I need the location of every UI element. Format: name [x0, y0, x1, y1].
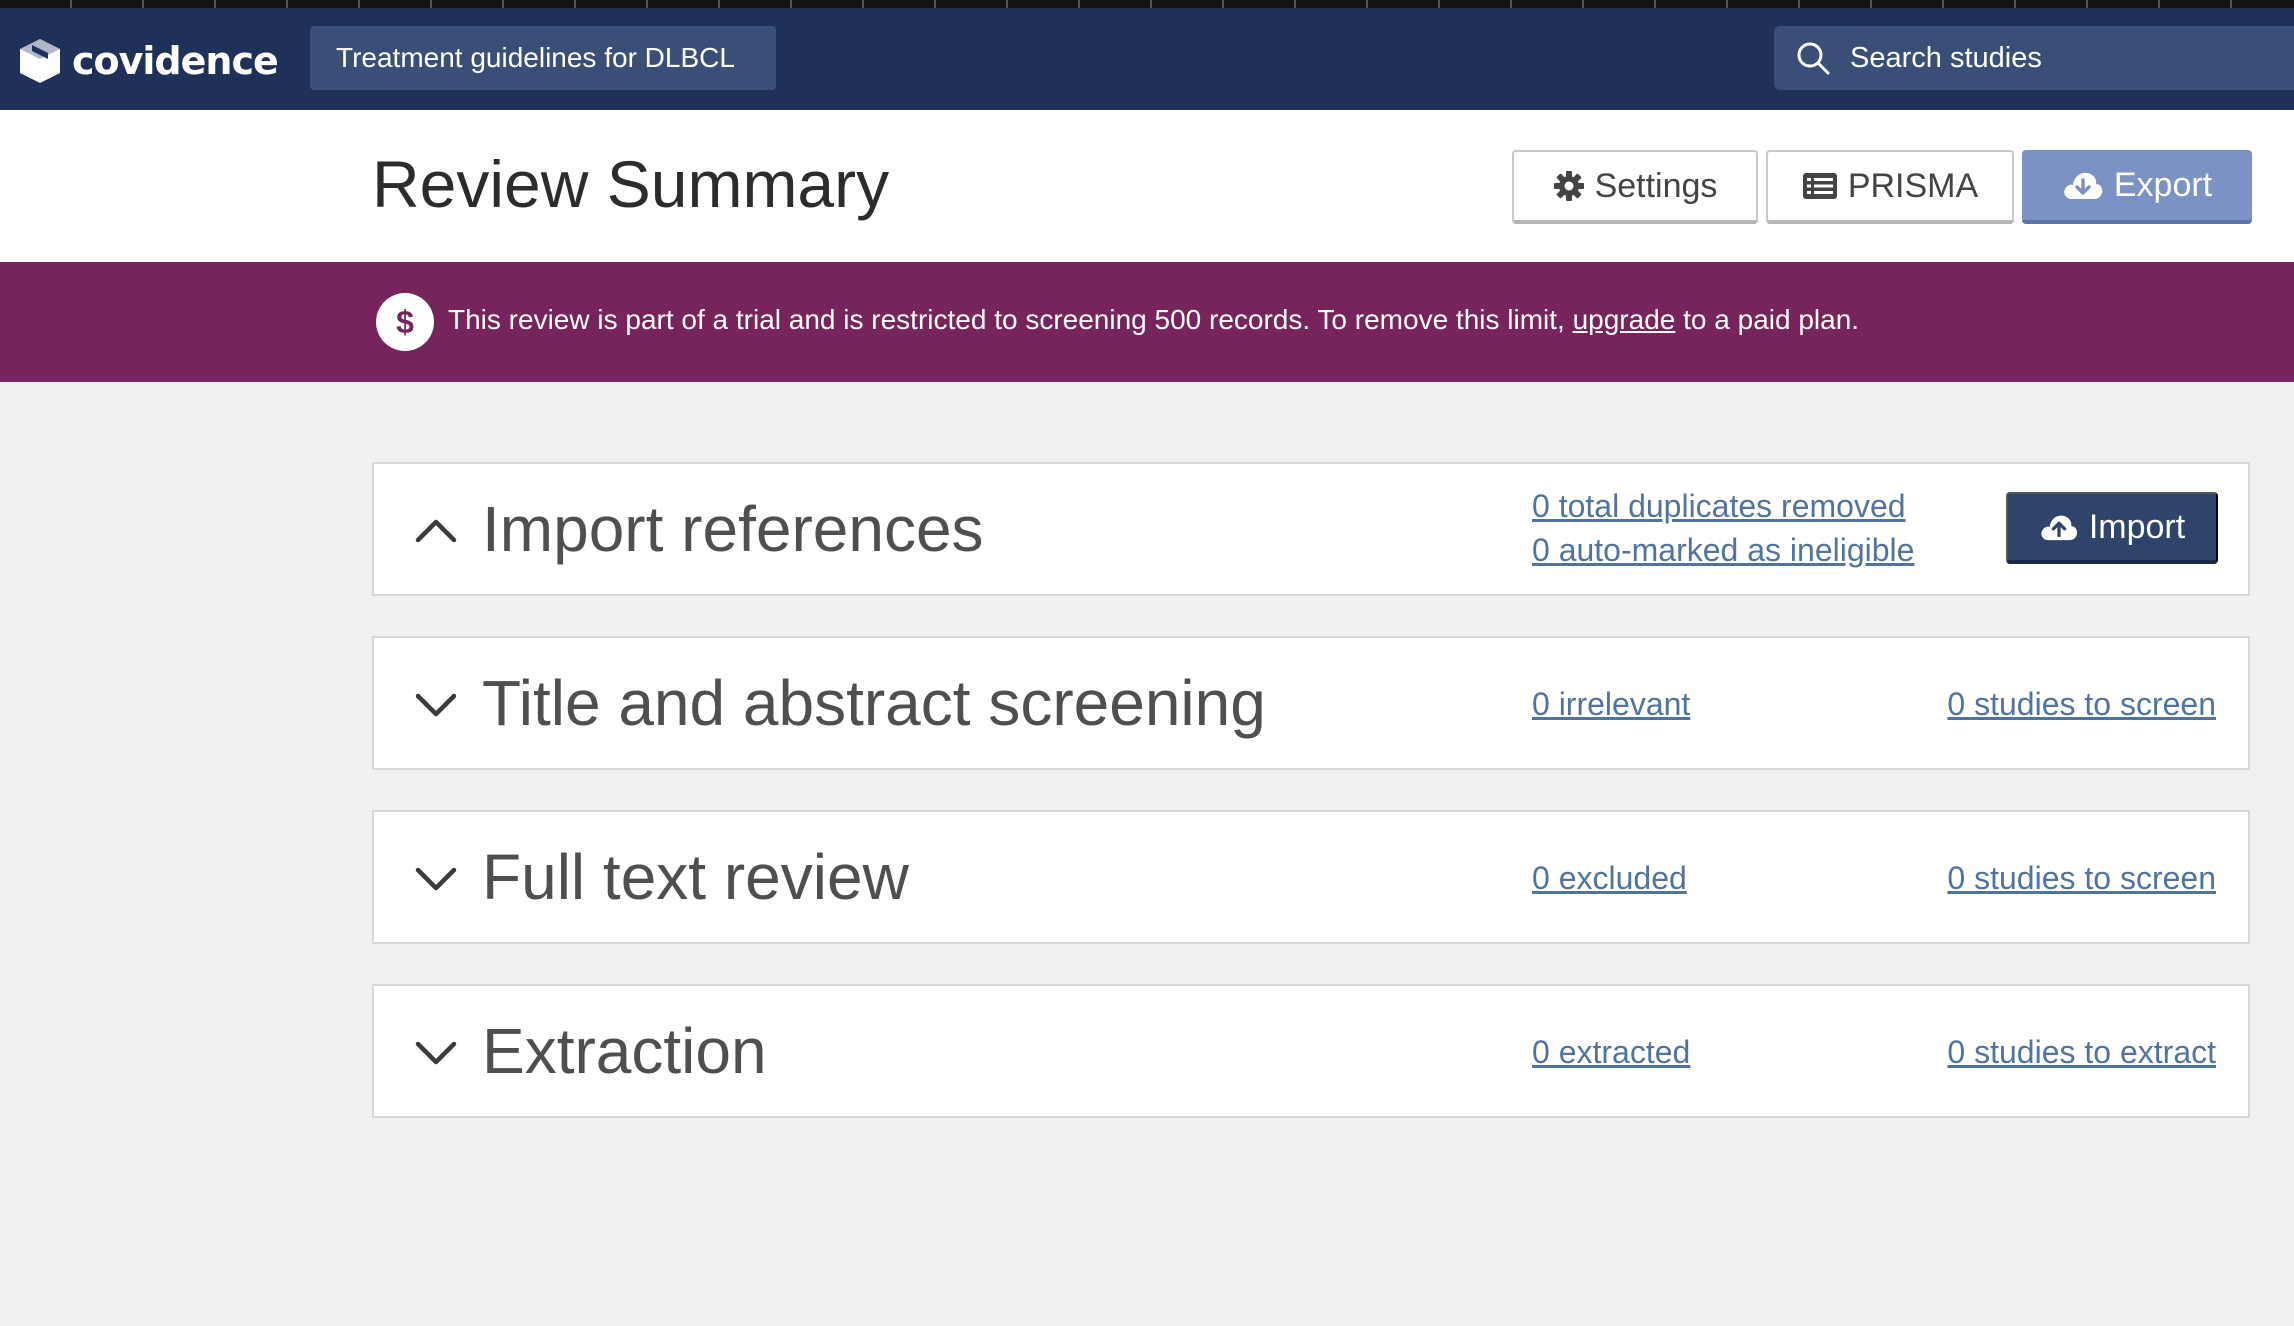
trial-banner: $ This review is part of a trial and is … — [0, 262, 2294, 382]
page-header: Review Summary Settings PRISMA Export — [0, 110, 2294, 262]
stage-panel-full-text-review: Full text review 0 excluded 0 studies to… — [372, 810, 2250, 944]
auto-marked-ineligible-link[interactable]: 0 auto-marked as ineligible — [1532, 532, 1914, 569]
chevron-down-icon[interactable] — [410, 1026, 462, 1078]
import-button[interactable]: Import — [2006, 492, 2218, 564]
stage-panel-title-abstract-screening: Title and abstract screening 0 irrelevan… — [372, 636, 2250, 770]
stage-title: Import references — [482, 493, 984, 565]
studies-to-extract-link[interactable]: 0 studies to extract — [1947, 1034, 2216, 1071]
banner-text-before: This review is part of a trial and is re… — [448, 304, 1573, 335]
covidence-cube-icon — [20, 39, 60, 83]
stage-panel-extraction: Extraction 0 extracted 0 studies to extr… — [372, 984, 2250, 1118]
gear-icon — [1553, 171, 1584, 201]
search-placeholder: Search studies — [1850, 41, 2042, 74]
brand-name: covidence — [72, 39, 279, 83]
studies-to-screen-link[interactable]: 0 studies to screen — [1947, 860, 2216, 897]
extracted-link[interactable]: 0 extracted — [1532, 1034, 1690, 1071]
banner-text-after: to a paid plan. — [1675, 304, 1860, 335]
stage-panel-import-references: Import references 0 total duplicates rem… — [372, 462, 2250, 596]
studies-to-screen-link[interactable]: 0 studies to screen — [1947, 686, 2216, 723]
top-navbar: covidence Treatment guidelines for DLBCL… — [0, 8, 2294, 110]
export-button[interactable]: Export — [2022, 150, 2252, 224]
excluded-link[interactable]: 0 excluded — [1532, 860, 1687, 897]
prisma-button[interactable]: PRISMA — [1766, 150, 2014, 224]
stage-title: Title and abstract screening — [482, 667, 1266, 739]
window-top-strip — [0, 0, 2294, 8]
import-label: Import — [2088, 507, 2186, 546]
list-icon — [1802, 173, 1837, 199]
dollar-icon: $ — [376, 293, 434, 351]
settings-button[interactable]: Settings — [1512, 150, 1758, 224]
export-label: Export — [2113, 165, 2213, 204]
cloud-upload-icon — [2041, 515, 2077, 541]
irrelevant-link[interactable]: 0 irrelevant — [1532, 686, 1690, 723]
covidence-logo[interactable]: covidence — [18, 36, 279, 86]
cloud-download-icon — [2064, 172, 2103, 199]
trial-banner-text: This review is part of a trial and is re… — [448, 304, 1859, 336]
review-name-chip[interactable]: Treatment guidelines for DLBCL — [310, 26, 776, 90]
duplicates-removed-link[interactable]: 0 total duplicates removed — [1532, 488, 1906, 525]
prisma-label: PRISMA — [1847, 166, 1979, 205]
chevron-down-icon[interactable] — [410, 678, 462, 730]
chevron-up-icon[interactable] — [410, 504, 462, 556]
settings-label: Settings — [1594, 166, 1718, 205]
stage-title: Full text review — [482, 841, 909, 913]
upgrade-link[interactable]: upgrade — [1573, 304, 1676, 335]
page-title: Review Summary — [372, 147, 890, 221]
search-icon — [1797, 42, 1830, 75]
chevron-down-icon[interactable] — [410, 852, 462, 904]
search-studies-box[interactable]: Search studies — [1774, 26, 2294, 90]
stage-title: Extraction — [482, 1015, 767, 1087]
